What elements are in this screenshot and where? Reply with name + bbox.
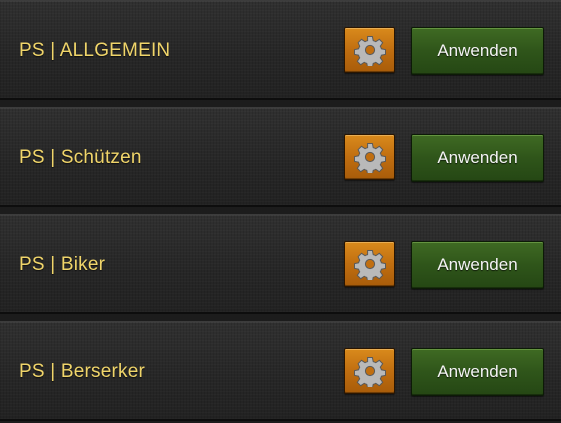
- gear-icon: [353, 143, 386, 173]
- preset-settings-button[interactable]: [344, 27, 395, 73]
- preset-row-schuetzen: PS | Schützen Anwenden: [0, 107, 561, 207]
- preset-name: PS | Schützen: [19, 147, 142, 168]
- preset-name: PS | ALLGEMEIN: [19, 40, 171, 61]
- preset-settings-button[interactable]: [344, 134, 395, 180]
- gear-icon: [353, 250, 386, 280]
- preset-row-biker: PS | Biker Anwenden: [0, 214, 561, 314]
- apply-button[interactable]: Anwenden: [411, 134, 544, 182]
- preset-settings-button[interactable]: [344, 241, 395, 287]
- gear-icon: [353, 36, 386, 66]
- preset-list: PS | ALLGEMEIN Anwenden PS | Schützen An…: [0, 0, 561, 423]
- preset-name: PS | Biker: [19, 254, 106, 275]
- preset-name: PS | Berserker: [19, 361, 145, 382]
- apply-button[interactable]: Anwenden: [411, 241, 544, 289]
- gear-icon: [353, 357, 386, 387]
- preset-row-allgemein: PS | ALLGEMEIN Anwenden: [0, 0, 561, 100]
- preset-row-berserker: PS | Berserker Anwenden: [0, 321, 561, 421]
- preset-settings-button[interactable]: [344, 348, 395, 394]
- apply-button[interactable]: Anwenden: [411, 27, 544, 75]
- apply-button[interactable]: Anwenden: [411, 348, 544, 396]
